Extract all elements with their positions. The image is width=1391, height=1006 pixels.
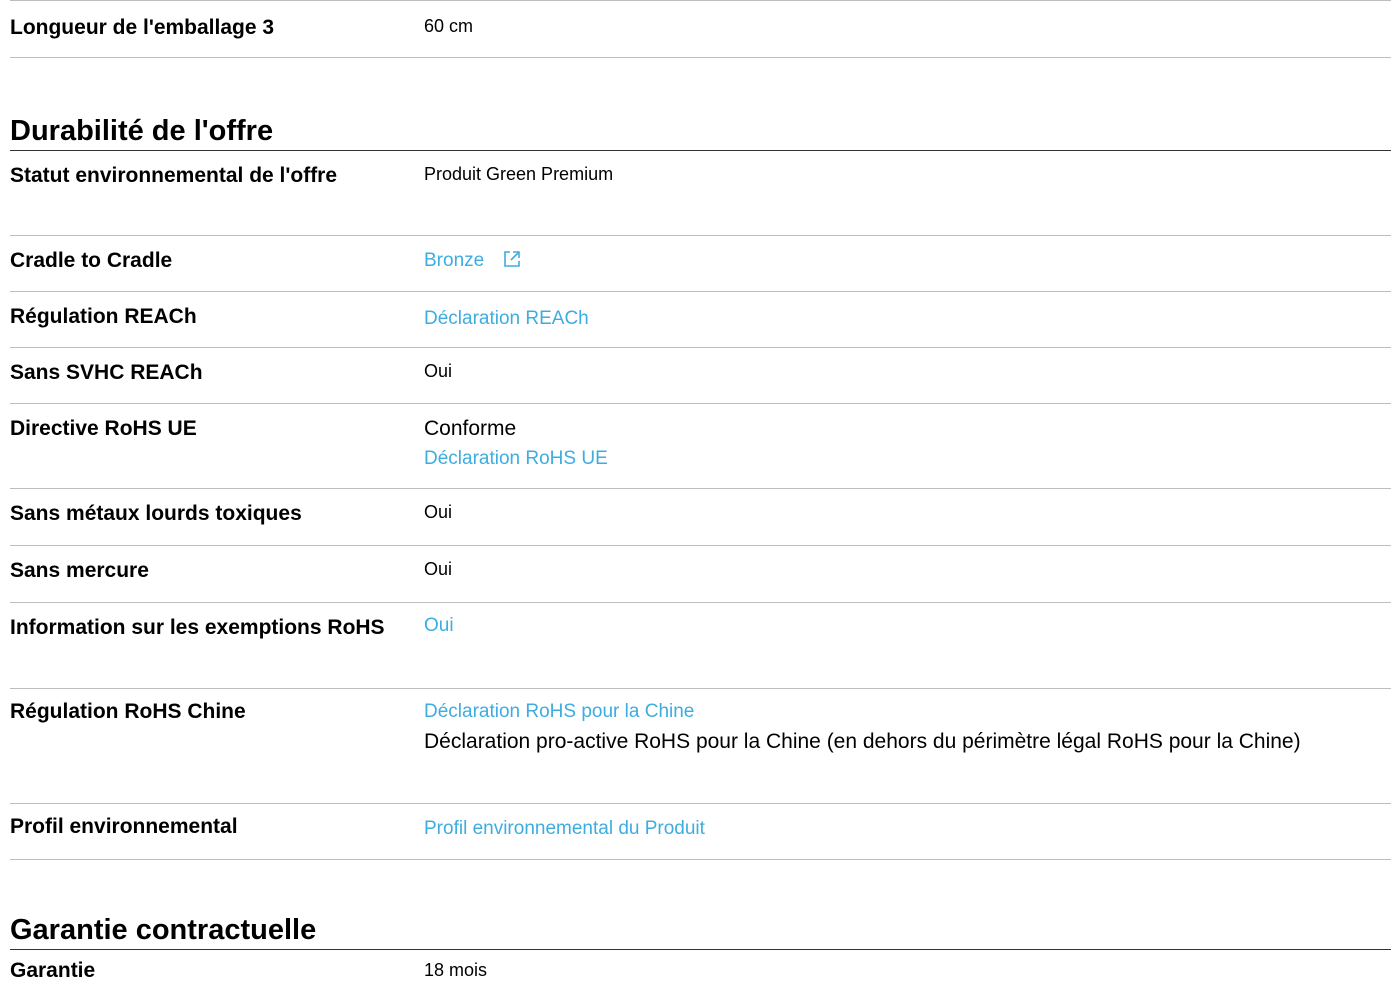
spec-value-text: Oui — [424, 361, 453, 381]
spec-value: Oui — [424, 546, 1391, 602]
spec-row-rohs-exemptions: Information sur les exemptions RoHS Oui — [10, 603, 1391, 689]
spec-value: 60 cm — [424, 1, 1391, 57]
environmental-profile-link[interactable]: Profil environnemental du Produit — [424, 818, 705, 839]
spec-value: Oui — [424, 489, 1391, 545]
spec-label: Sans SVHC REACh — [10, 361, 203, 384]
spec-value-text: Oui — [424, 559, 453, 579]
rohs-exemptions-link[interactable]: Oui — [424, 615, 454, 636]
spec-value: Déclaration RoHS pour la Chine Déclarati… — [424, 689, 1391, 803]
spec-row-cradle-to-cradle: Cradle to Cradle Bronze — [10, 236, 1391, 292]
spec-value: Oui — [424, 348, 1391, 403]
spec-value: Oui — [424, 603, 1391, 688]
spec-row-environmental-profile: Profil environnemental Profil environnem… — [10, 804, 1391, 860]
spec-label: Longueur de l'emballage 3 — [10, 16, 275, 39]
spec-value-text: 60 cm — [424, 16, 474, 36]
china-rohs-note: Déclaration pro-active RoHS pour la Chin… — [424, 730, 1301, 753]
spec-label: Information sur les exemptions RoHS — [10, 616, 385, 639]
spec-label: Garantie — [10, 959, 96, 982]
spec-label: Sans mercure — [10, 559, 149, 582]
spec-row-reach-regulation: Régulation REACh Déclaration REACh — [10, 292, 1391, 348]
spec-value: Conforme Déclaration RoHS UE — [424, 404, 1391, 488]
spec-row-packaging-length: Longueur de l'emballage 3 60 cm — [10, 1, 1391, 58]
spec-value: Bronze — [424, 236, 1391, 291]
spec-label: Profil environnemental — [10, 815, 238, 838]
spec-label: Régulation RoHS Chine — [10, 700, 246, 723]
reach-declaration-link[interactable]: Déclaration REACh — [424, 308, 589, 329]
spec-label: Cradle to Cradle — [10, 249, 173, 272]
spec-value-text: 18 mois — [424, 960, 488, 980]
spec-value-text: Produit Green Premium — [424, 164, 614, 184]
spec-label: Régulation REACh — [10, 305, 197, 328]
spec-value: Produit Green Premium — [424, 151, 1391, 235]
spec-value: Déclaration REACh — [424, 292, 1391, 347]
spec-value-text: Oui — [424, 502, 453, 522]
spec-row-heavy-metals-free: Sans métaux lourds toxiques Oui — [10, 489, 1391, 546]
spec-row-rohs-eu: Directive RoHS UE Conforme Déclaration R… — [10, 404, 1391, 489]
spec-row-warranty: Garantie 18 mois — [10, 950, 1391, 1006]
spec-label: Sans métaux lourds toxiques — [10, 502, 302, 525]
spec-label: Directive RoHS UE — [10, 417, 197, 440]
spec-row-environmental-status: Statut environnemental de l'offre Produi… — [10, 151, 1391, 236]
spec-row-svhc-free: Sans SVHC REACh Oui — [10, 348, 1391, 404]
rohs-compliance-status: Conforme — [424, 417, 517, 440]
product-characteristics-page: Longueur de l'emballage 3 60 cm Durabili… — [10, 0, 1391, 1006]
section-title-warranty: Garantie contractuelle — [10, 911, 1391, 950]
china-rohs-declaration-link[interactable]: Déclaration RoHS pour la Chine — [424, 701, 694, 722]
spec-value: 18 mois — [424, 950, 1391, 1006]
spec-value: Profil environnemental du Produit — [424, 804, 1391, 859]
spec-row-mercury-free: Sans mercure Oui — [10, 546, 1391, 603]
cradle-to-cradle-link[interactable]: Bronze — [424, 250, 484, 271]
spec-label: Statut environnemental de l'offre — [10, 164, 338, 187]
spec-row-china-rohs: Régulation RoHS Chine Déclaration RoHS p… — [10, 689, 1391, 804]
external-link-icon[interactable] — [502, 249, 522, 269]
rohs-eu-declaration-link[interactable]: Déclaration RoHS UE — [424, 448, 608, 469]
section-title-durability: Durabilité de l'offre — [10, 111, 1391, 151]
